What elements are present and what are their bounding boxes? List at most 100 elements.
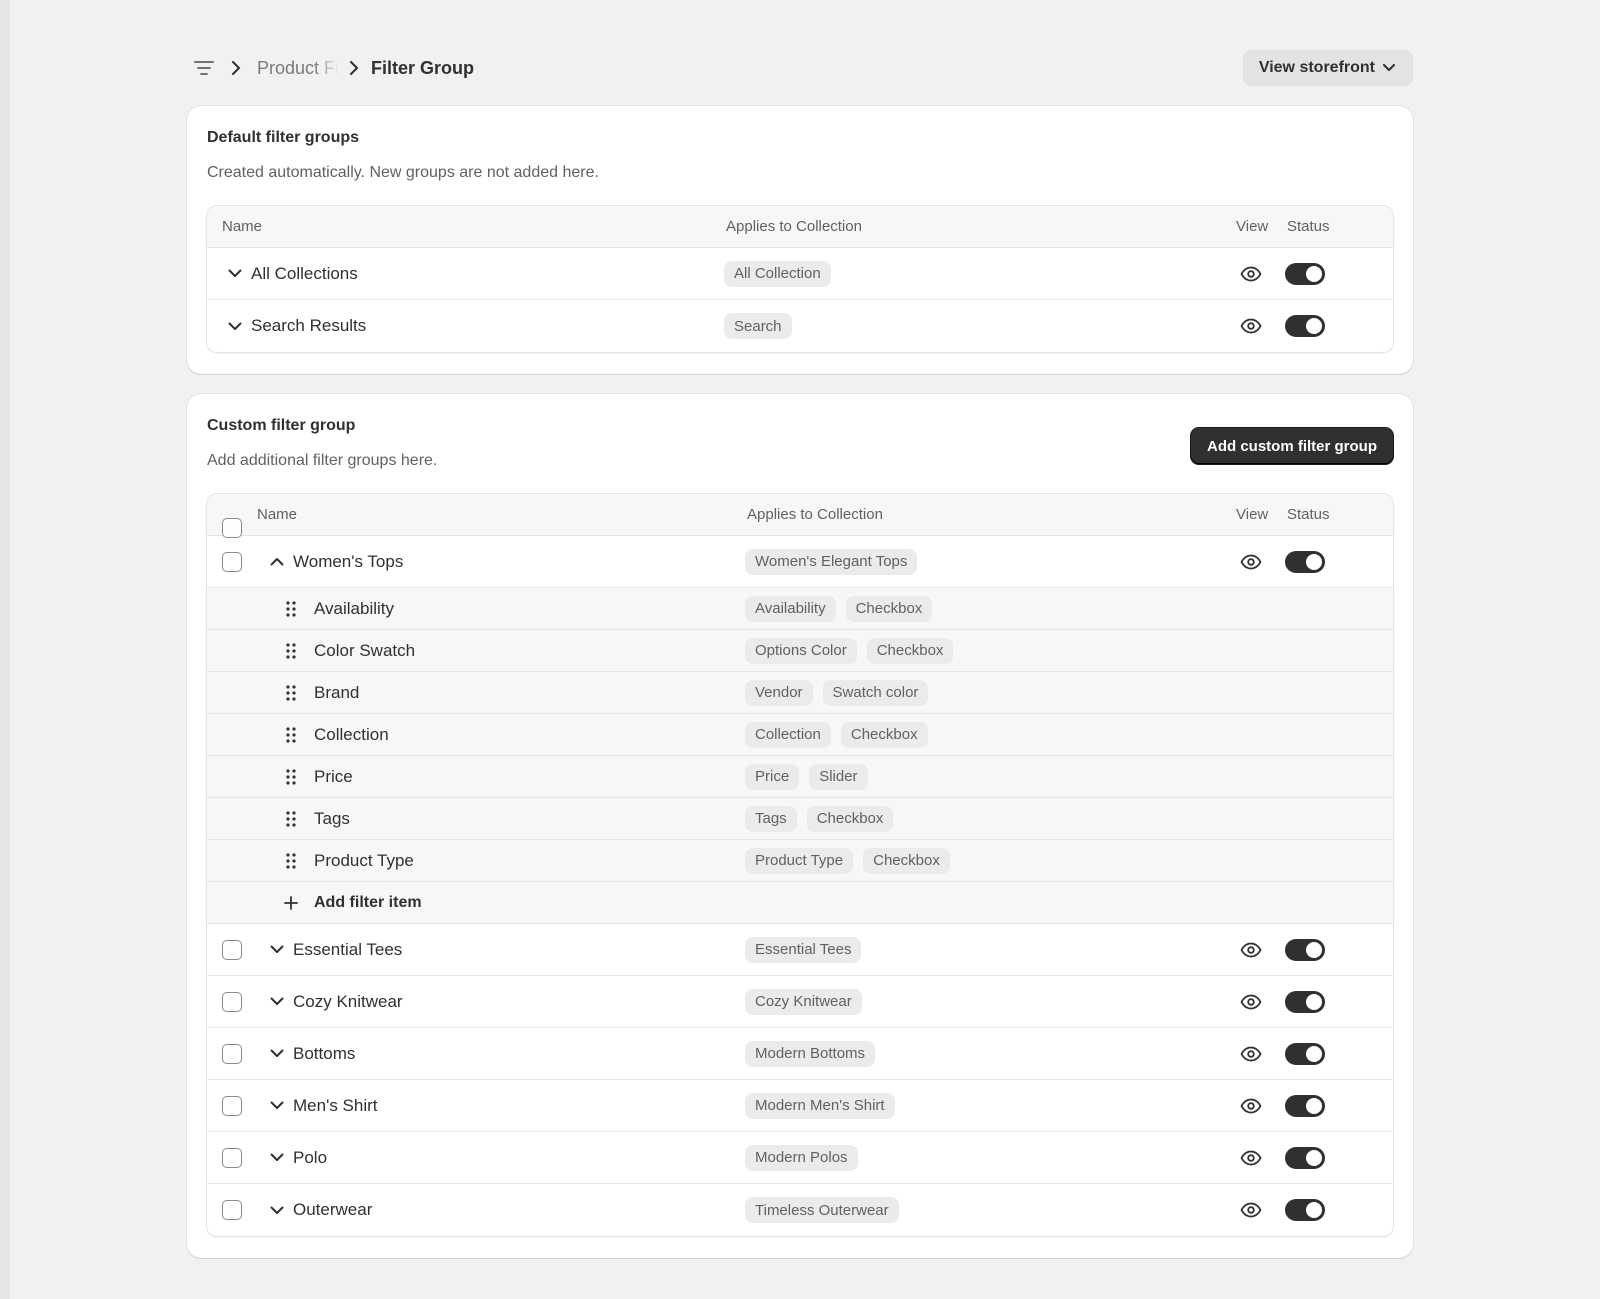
row-checkbox[interactable] <box>222 1043 242 1064</box>
status-toggle[interactable] <box>1285 1199 1325 1221</box>
eye-icon[interactable] <box>1240 991 1262 1013</box>
table-row[interactable]: Outerwear Timeless Outerwear <box>207 1184 1393 1236</box>
card-subtitle: Add additional filter groups here. <box>207 452 438 469</box>
plus-icon[interactable] <box>284 895 298 910</box>
status-toggle[interactable] <box>1285 990 1325 1013</box>
filter-display-tag: Swatch color <box>822 679 929 706</box>
group-name: Women's Tops <box>293 551 404 571</box>
chevron-down-icon[interactable] <box>227 318 243 334</box>
chevron-down-icon[interactable] <box>227 266 243 282</box>
collection-tag: Timeless Outerwear <box>745 1197 899 1223</box>
default-filter-groups-card: Default filter groups Created automatica… <box>187 106 1413 374</box>
chevron-down-icon[interactable] <box>269 942 285 958</box>
group-name: Search Results <box>251 316 367 335</box>
eye-icon[interactable] <box>1240 551 1262 573</box>
drag-handle-icon[interactable] <box>285 642 297 659</box>
filter-item-name: Brand <box>314 682 360 702</box>
table-row[interactable]: Polo Modern Polos <box>207 1132 1393 1184</box>
drag-handle-icon[interactable] <box>285 684 297 701</box>
filter-item-row[interactable]: Availability Availability Checkbox <box>207 588 1393 630</box>
eye-icon[interactable] <box>1240 315 1262 337</box>
chevron-right-icon <box>231 61 245 75</box>
filter-item-name: Product Type <box>314 850 414 870</box>
status-toggle[interactable] <box>1285 262 1325 285</box>
default-groups-table: Name Applies to Collection View Status A… <box>207 206 1393 352</box>
column-view: View <box>1236 506 1269 523</box>
column-name: Name <box>257 506 298 523</box>
add-custom-filter-group-button[interactable]: Add custom filter group <box>1191 428 1393 464</box>
filter-display-tag: Checkbox <box>863 847 950 874</box>
table-row[interactable]: Bottoms Modern Bottoms <box>207 1028 1393 1080</box>
filter-item-row[interactable]: Tags Tags Checkbox <box>207 798 1393 840</box>
chevron-down-icon[interactable] <box>269 1150 285 1166</box>
table-row[interactable]: All Collections All Collection <box>207 248 1393 300</box>
filter-item-row[interactable]: Collection Collection Checkbox <box>207 714 1393 756</box>
filter-display-tag: Checkbox <box>806 805 894 832</box>
status-toggle[interactable] <box>1285 1146 1325 1169</box>
eye-icon[interactable] <box>1240 939 1262 961</box>
drag-handle-icon[interactable] <box>285 768 297 785</box>
chevron-down-icon[interactable] <box>269 1046 285 1062</box>
drag-handle-icon[interactable] <box>285 600 297 617</box>
filter-item-row[interactable]: Product Type Product Type Checkbox <box>207 840 1393 882</box>
filter-source-tag: Product Type <box>745 847 854 874</box>
filter-item-name: Collection <box>314 724 389 744</box>
filter-display-tag: Checkbox <box>845 595 933 622</box>
chevron-up-icon[interactable] <box>269 554 285 570</box>
custom-groups-table: Name Applies to Collection View Status W… <box>207 494 1393 1236</box>
add-filter-item-link[interactable]: Add filter item <box>314 894 422 912</box>
filter-lines-icon[interactable] <box>193 57 215 79</box>
page-title: Filter Group <box>371 57 474 78</box>
filter-source-tag: Availability <box>745 595 836 622</box>
table-row-expanded[interactable]: Women's Tops Women's Elegant Tops <box>207 536 1393 588</box>
filter-item-row[interactable]: Brand Vendor Swatch color <box>207 672 1393 714</box>
drag-handle-icon[interactable] <box>285 810 297 827</box>
filter-display-tag: Slider <box>809 763 868 790</box>
left-edge <box>0 0 10 1299</box>
row-checkbox[interactable] <box>222 1095 242 1116</box>
drag-handle-icon[interactable] <box>285 726 297 743</box>
table-row[interactable]: Essential Tees Essential Tees <box>207 924 1393 976</box>
column-view: View <box>1236 218 1269 235</box>
chevron-down-icon[interactable] <box>269 1202 285 1218</box>
row-checkbox[interactable] <box>222 991 242 1012</box>
row-checkbox[interactable] <box>222 1147 242 1168</box>
chevron-down-icon[interactable] <box>269 1098 285 1114</box>
filter-item-row[interactable]: Price Price Slider <box>207 756 1393 798</box>
group-name: Essential Tees <box>293 939 403 959</box>
breadcrumb-previous[interactable]: Product Filters <box>257 58 339 79</box>
view-storefront-button[interactable]: View storefront <box>1242 50 1413 86</box>
status-toggle[interactable] <box>1285 1094 1325 1117</box>
filter-source-tag: Tags <box>745 805 797 832</box>
collection-tag: Women's Elegant Tops <box>745 548 918 575</box>
status-toggle[interactable] <box>1285 315 1325 337</box>
eye-icon[interactable] <box>1240 1095 1262 1117</box>
group-name: Bottoms <box>293 1043 356 1063</box>
filter-source-tag: Price <box>745 763 800 790</box>
drag-handle-icon[interactable] <box>285 852 297 869</box>
row-checkbox[interactable] <box>222 551 242 572</box>
filter-item-name: Price <box>314 766 353 786</box>
status-toggle[interactable] <box>1285 938 1325 961</box>
filter-item-name: Availability <box>314 598 395 618</box>
column-name: Name <box>222 218 263 235</box>
table-header: Name Applies to Collection View Status <box>207 494 1393 538</box>
column-applies: Applies to Collection <box>747 506 883 523</box>
filter-item-row[interactable]: Color Swatch Options Color Checkbox <box>207 630 1393 672</box>
collection-tag: Cozy Knitwear <box>745 988 862 1015</box>
chevron-down-icon[interactable] <box>269 994 285 1010</box>
table-row[interactable]: Men's Shirt Modern Men's Shirt <box>207 1080 1393 1132</box>
status-toggle[interactable] <box>1285 1042 1325 1065</box>
row-checkbox[interactable] <box>222 939 242 960</box>
collection-tag: Search <box>724 313 792 339</box>
eye-icon[interactable] <box>1240 1147 1262 1169</box>
eye-icon[interactable] <box>1240 263 1262 285</box>
table-row[interactable]: Search Results Search <box>207 300 1393 352</box>
card-subtitle: Created automatically. New groups are no… <box>207 164 599 181</box>
status-toggle[interactable] <box>1285 550 1325 573</box>
table-row[interactable]: Cozy Knitwear Cozy Knitwear <box>207 976 1393 1028</box>
eye-icon[interactable] <box>1240 1043 1262 1065</box>
row-checkbox[interactable] <box>222 1200 242 1220</box>
eye-icon[interactable] <box>1240 1199 1262 1221</box>
add-filter-item-row[interactable]: Add filter item <box>207 882 1393 924</box>
